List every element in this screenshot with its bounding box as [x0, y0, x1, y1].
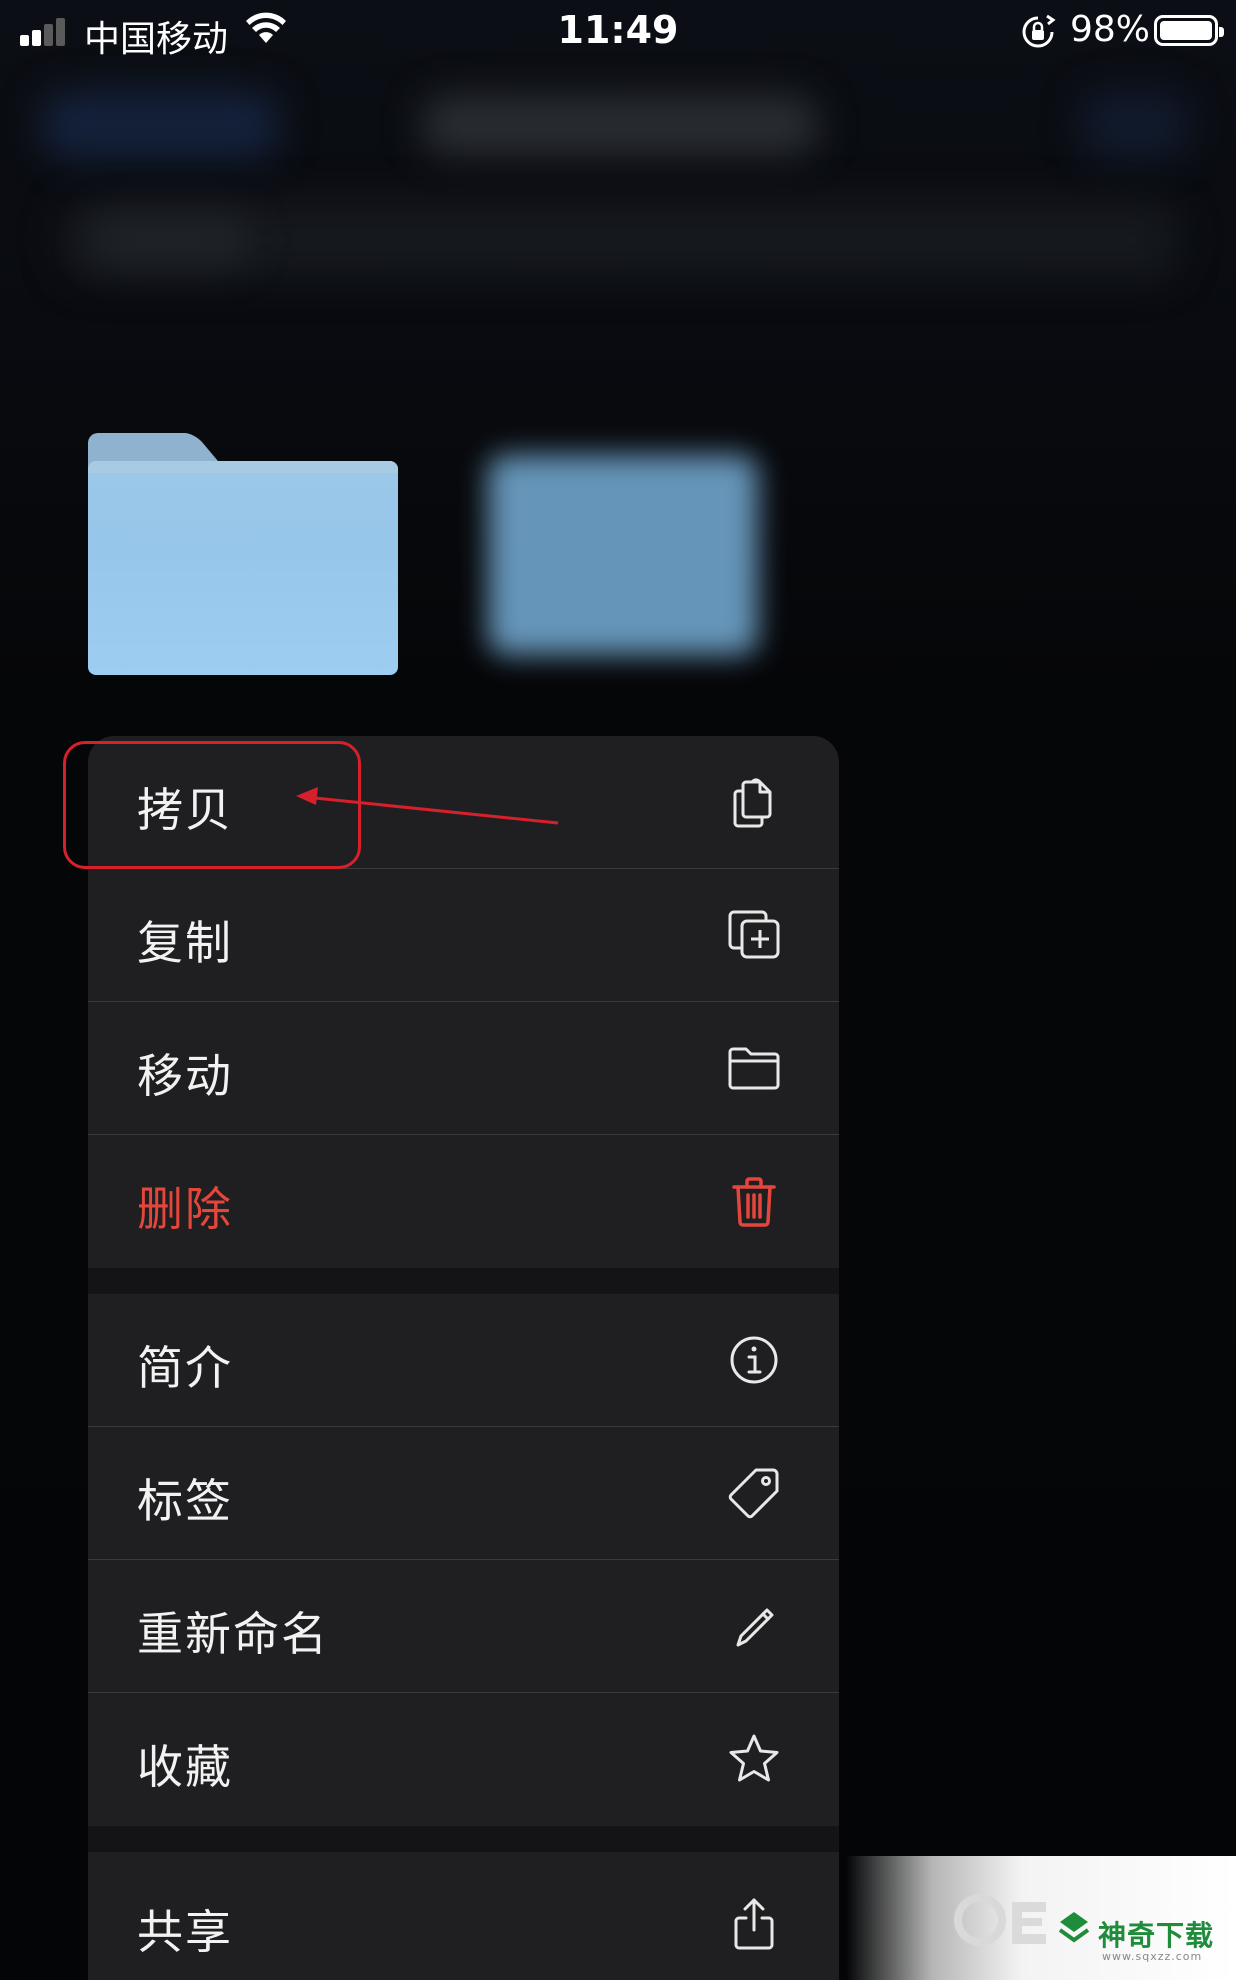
battery-fill — [1160, 21, 1212, 40]
menu-item-move[interactable]: 移动 — [88, 1002, 839, 1135]
blurred-action-button — [1080, 90, 1190, 160]
annotation-highlight-box — [63, 741, 361, 869]
orientation-lock-icon — [1022, 14, 1056, 48]
menu-item-info[interactable]: 简介 — [88, 1294, 839, 1427]
menu-item-label: 复制 — [137, 916, 233, 970]
menu-item-label: 标签 — [137, 1474, 233, 1528]
menu-item-label: 共享 — [137, 1905, 233, 1959]
context-menu: 拷贝 复制 移动 删除 简介 标签 重新命名 收藏 共享 — [88, 736, 839, 1980]
duplicate-icon — [728, 910, 780, 959]
menu-group-separator — [88, 1268, 839, 1294]
tag-icon — [728, 1468, 779, 1519]
copy-icon — [733, 778, 772, 828]
menu-item-rename[interactable]: 重新命名 — [88, 1560, 839, 1693]
green-diamond-icon — [1058, 1912, 1090, 1943]
menu-item-label: 重新命名 — [137, 1607, 329, 1661]
menu-item-label: 收藏 — [137, 1740, 233, 1794]
blurred-search-icon — [90, 215, 250, 265]
menu-item-label: 删除 — [137, 1182, 233, 1236]
battery-icon — [1154, 15, 1224, 46]
menu-item-label: 移动 — [137, 1049, 233, 1103]
menu-group-separator — [88, 1826, 839, 1852]
files-app-screen: 中国移动 11:49 98% 拷贝 复制 移动 删除 简介 标签 重新命名 收藏… — [0, 0, 1236, 1980]
star-icon — [729, 1734, 779, 1782]
info-icon — [730, 1336, 778, 1384]
watermark-url: www.sqxzz.com — [1102, 1950, 1203, 1963]
pencil-icon — [736, 1608, 774, 1647]
blurred-title — [420, 95, 820, 155]
menu-item-delete[interactable]: 删除 — [88, 1135, 839, 1268]
status-bar: 中国移动 11:49 98% — [0, 0, 1236, 64]
menu-item-duplicate[interactable]: 复制 — [88, 869, 839, 1002]
watermark-logo-icon — [954, 1894, 1046, 1946]
menu-item-tags[interactable]: 标签 — [88, 1427, 839, 1560]
menu-item-label: 简介 — [137, 1341, 233, 1395]
selected-folder-icon[interactable] — [88, 433, 398, 675]
menu-item-favorite[interactable]: 收藏 — [88, 1693, 839, 1826]
battery-percentage: 98% — [1070, 9, 1151, 50]
trash-icon — [732, 1177, 776, 1227]
share-icon — [734, 1898, 774, 1950]
watermark-brand: 神奇下载 — [1098, 1919, 1215, 1952]
blurred-folder-icon — [488, 455, 758, 655]
folder-outline-icon — [728, 1047, 780, 1090]
menu-item-share[interactable]: 共享 — [88, 1852, 839, 1980]
blurred-back-button — [40, 90, 280, 160]
